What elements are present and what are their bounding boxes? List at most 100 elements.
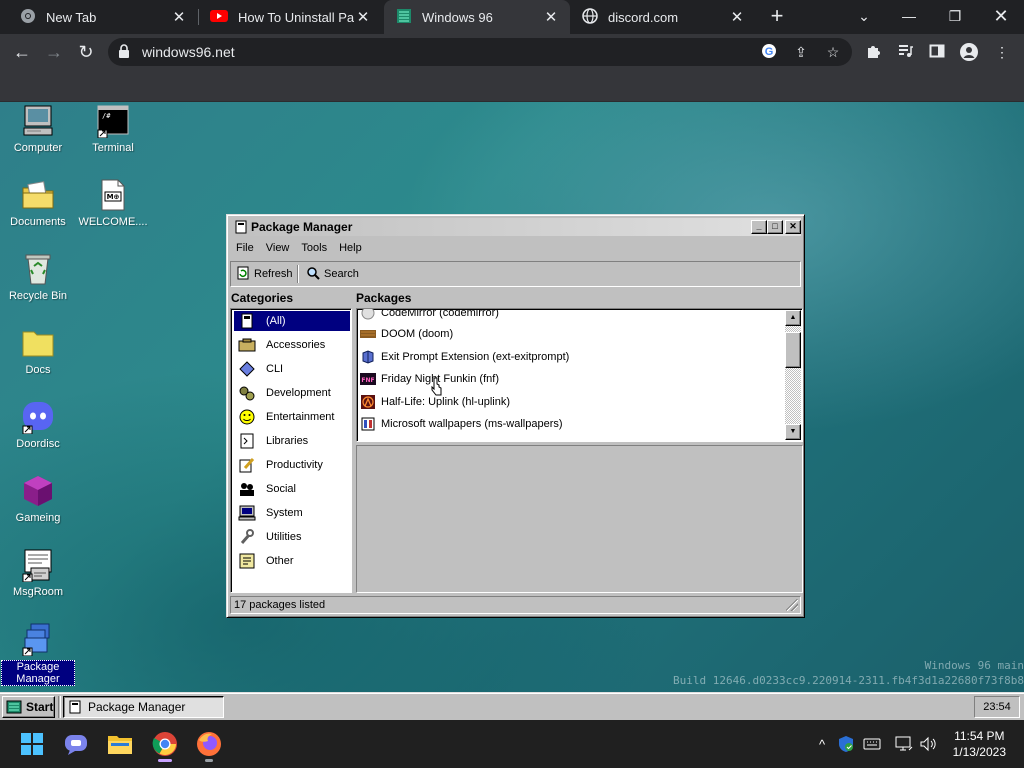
- desktop-icon-docs[interactable]: Docs: [1, 326, 75, 376]
- extensions-puzzle-icon[interactable]: [864, 43, 882, 61]
- url-text[interactable]: windows96.net: [142, 44, 235, 60]
- tab-new-tab[interactable]: New Tab ✕: [8, 0, 198, 34]
- tab-search-chevron-icon[interactable]: ⌄: [850, 4, 878, 28]
- all-icon: [238, 313, 256, 329]
- network-icon[interactable]: [894, 734, 914, 754]
- package-item-codemirror[interactable]: CodeMirror (codemirror): [360, 309, 499, 323]
- desktop-icon-terminal[interactable]: /# Terminal: [76, 104, 150, 154]
- start-logo-icon: [6, 700, 22, 714]
- window-titlebar[interactable]: Package Manager _ □ ✕: [230, 218, 801, 236]
- windows-start-icon[interactable]: [16, 728, 48, 760]
- window-close-icon[interactable]: ✕: [987, 4, 1015, 28]
- desktop-icon-computer[interactable]: Computer: [1, 104, 75, 154]
- bookmark-star-icon[interactable]: ☆: [824, 43, 842, 61]
- forward-arrow-icon[interactable]: →: [42, 40, 66, 64]
- windows96-icon: [396, 8, 412, 27]
- minimize-icon[interactable]: —: [895, 4, 923, 28]
- mouse-pointer-icon: [431, 377, 442, 396]
- category-productivity[interactable]: Productivity: [234, 455, 350, 475]
- media-controls-icon[interactable]: [896, 43, 914, 61]
- keyboard-icon[interactable]: [862, 734, 882, 754]
- terminal-icon: /#: [96, 104, 130, 139]
- show-hidden-icons-chevron-icon[interactable]: ^: [812, 734, 832, 754]
- packages-list[interactable]: CodeMirror (codemirror) DOOM (doom) Exit…: [356, 308, 803, 442]
- clock-time: 11:54 PM: [954, 729, 1005, 743]
- menu-file[interactable]: File: [230, 239, 260, 259]
- google-lens-icon[interactable]: G: [760, 43, 778, 61]
- taskbar-item-package-manager[interactable]: Package Manager: [63, 696, 224, 718]
- share-icon[interactable]: ⇪: [792, 43, 810, 61]
- desktop-icon-welcome[interactable]: M⊕ WELCOME....: [76, 178, 150, 228]
- tab-discord[interactable]: discord.com ✕: [570, 0, 756, 34]
- desktop-icon-package-manager[interactable]: Package Manager: [1, 622, 75, 686]
- lock-icon[interactable]: [118, 44, 130, 63]
- scroll-thumb[interactable]: [785, 332, 801, 368]
- system-clock[interactable]: 11:54 PM 1/13/2023: [953, 728, 1006, 760]
- packages-scrollbar[interactable]: ▲ ▼: [785, 310, 801, 440]
- start-button[interactable]: Start: [2, 696, 55, 718]
- category-system[interactable]: System: [234, 503, 350, 523]
- tab-windows96[interactable]: Windows 96 ✕: [384, 0, 570, 34]
- wallpapers-icon: [360, 417, 376, 431]
- teams-chat-icon[interactable]: [60, 728, 92, 760]
- category-entertainment[interactable]: Entertainment: [234, 407, 350, 427]
- kebab-menu-icon[interactable]: ⋮: [993, 43, 1011, 61]
- package-item-ms-wallpapers[interactable]: Microsoft wallpapers (ms-wallpapers): [360, 414, 563, 434]
- bookmark-bar: [0, 70, 1024, 102]
- package-manager-window[interactable]: Package Manager _ □ ✕ File View Tools He…: [226, 214, 805, 618]
- scroll-down-arrow-icon[interactable]: ▼: [785, 424, 801, 440]
- menu-help[interactable]: Help: [333, 239, 368, 259]
- restore-icon[interactable]: ❐: [941, 4, 969, 28]
- security-shield-icon[interactable]: [836, 734, 856, 754]
- tab-youtube[interactable]: How To Uninstall Panda ✕: [198, 0, 382, 34]
- reload-icon[interactable]: ↻: [74, 40, 98, 64]
- refresh-button[interactable]: Refresh: [233, 264, 297, 284]
- window-title: Package Manager: [251, 220, 353, 234]
- categories-list[interactable]: (All) Accessories CLI Development Entert…: [230, 308, 352, 593]
- documents-folder-icon: [21, 178, 55, 212]
- browser-toolbar: ← → ↻ windows96.net G ⇪ ☆ ⋮: [0, 34, 1024, 70]
- category-all[interactable]: (All): [234, 311, 350, 331]
- desktop-icon-gameing[interactable]: Gameing: [1, 474, 75, 524]
- desktop-icon-doordisc[interactable]: Doordisc: [1, 400, 75, 450]
- desktop-icon-msgroom[interactable]: MsgRoom: [1, 548, 75, 598]
- side-panel-icon[interactable]: [928, 43, 946, 61]
- window-maximize-button[interactable]: □: [767, 220, 783, 234]
- scroll-up-arrow-icon[interactable]: ▲: [785, 310, 801, 326]
- close-icon[interactable]: ✕: [354, 8, 372, 26]
- desktop-icon-documents[interactable]: Documents: [1, 178, 75, 228]
- category-social[interactable]: Social: [234, 479, 350, 499]
- category-utilities[interactable]: Utilities: [234, 527, 350, 547]
- chrome-icon: [20, 8, 36, 27]
- resize-grip[interactable]: [786, 599, 798, 611]
- menu-tools[interactable]: Tools: [295, 239, 333, 259]
- package-item-exit-prompt[interactable]: Exit Prompt Extension (ext-exitprompt): [360, 347, 569, 367]
- window-close-button[interactable]: ✕: [785, 220, 801, 234]
- close-icon[interactable]: ✕: [728, 8, 746, 26]
- window-minimize-button[interactable]: _: [751, 220, 767, 234]
- svg-text:M⊕: M⊕: [107, 193, 120, 201]
- category-accessories[interactable]: Accessories: [234, 335, 350, 355]
- chrome-taskbar-icon[interactable]: [149, 728, 181, 762]
- category-other[interactable]: Other: [234, 551, 350, 571]
- close-icon[interactable]: ✕: [170, 8, 188, 26]
- package-item-doom[interactable]: DOOM (doom): [360, 324, 453, 344]
- youtube-icon: [210, 9, 228, 26]
- desktop-icon-recycle-bin[interactable]: Recycle Bin: [1, 252, 75, 302]
- menu-view[interactable]: View: [260, 239, 296, 259]
- search-button[interactable]: Search: [303, 264, 363, 284]
- category-development[interactable]: Development: [234, 383, 350, 403]
- tab-title: New Tab: [46, 9, 97, 25]
- windows96-desktop[interactable]: Computer /# Terminal Documents M⊕ WELCOM…: [0, 102, 1024, 720]
- file-explorer-icon[interactable]: [104, 728, 136, 760]
- close-icon[interactable]: ✕: [542, 8, 560, 26]
- volume-icon[interactable]: [918, 734, 938, 754]
- address-bar[interactable]: windows96.net G ⇪ ☆: [108, 38, 852, 66]
- profile-avatar-icon[interactable]: [960, 43, 978, 61]
- msgroom-icon: [21, 548, 55, 583]
- category-libraries[interactable]: Libraries: [234, 431, 350, 451]
- category-cli[interactable]: CLI: [234, 359, 350, 379]
- firefox-icon[interactable]: [193, 728, 225, 762]
- back-arrow-icon[interactable]: ←: [10, 40, 34, 64]
- new-tab-button[interactable]: +: [766, 5, 788, 27]
